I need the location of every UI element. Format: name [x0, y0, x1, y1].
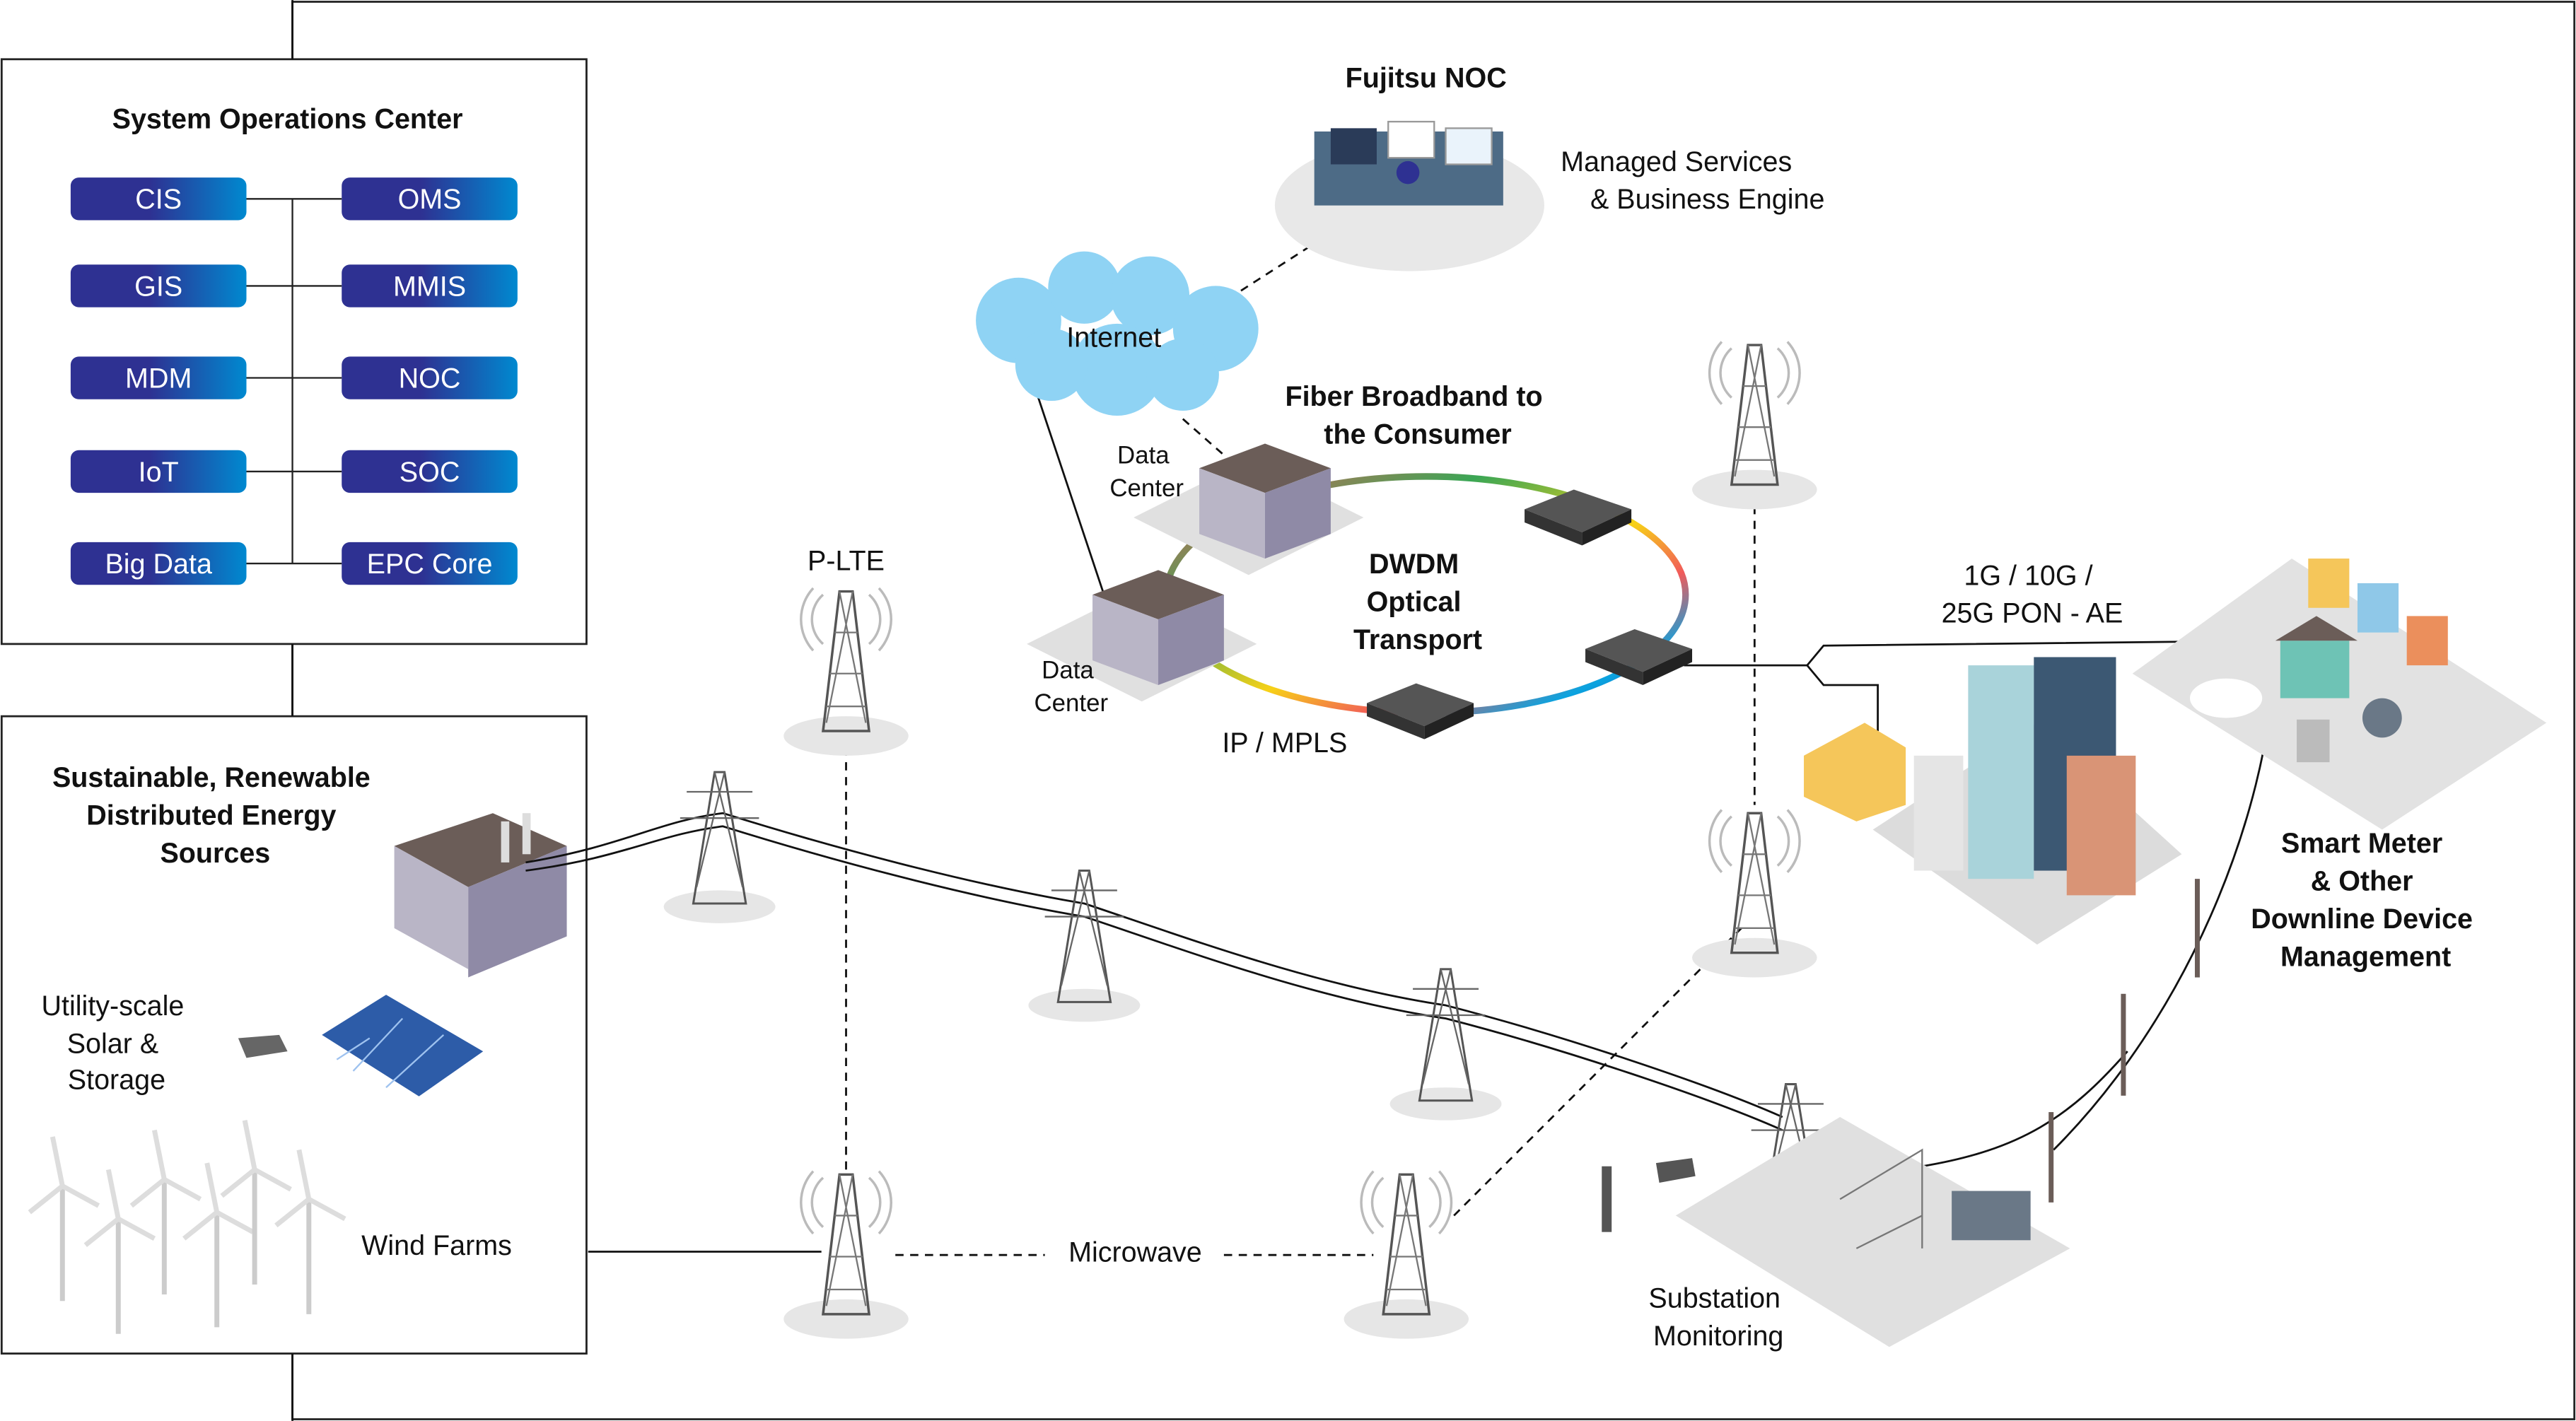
- utility-pole-icon: [2048, 879, 2200, 1203]
- system-button-label: EPC Core: [367, 549, 493, 580]
- power-pylon-icon: [663, 771, 777, 925]
- network-diagram: System Operations Center CIS OMS GIS MMIS MD…: [0, 0, 2576, 1421]
- power-pylon-icon: [1027, 870, 1141, 1023]
- fujitsu-noc-icon: [1274, 120, 1544, 271]
- system-button-label: Big Data: [105, 549, 211, 580]
- substation-label: Substation Monitoring: [1648, 1283, 1788, 1352]
- system-button-oms[interactable]: OMS: [342, 177, 518, 221]
- plte-label: P-LTE: [808, 545, 885, 576]
- lte-tower-icon: [1691, 340, 1819, 511]
- noc-subtitle: Managed Services & Business Engine: [1561, 146, 1824, 215]
- washer-icon: [2297, 719, 2330, 763]
- fiber-broadband-label: Fiber Broadband to the Consumer: [1285, 381, 1550, 450]
- pon-label: 1G / 10G / 25G PON - AE: [1942, 560, 2123, 628]
- network-switch-icon: [1367, 683, 1474, 739]
- soc-title: System Operations Center: [112, 103, 463, 134]
- system-button-label: GIS: [134, 271, 182, 302]
- system-operations-center-panel: System Operations Center CIS OMS GIS MMIS MD…: [0, 58, 588, 645]
- system-button-label: MMIS: [393, 271, 466, 302]
- system-button-soc[interactable]: SOC: [342, 450, 518, 493]
- dwdm-label: DWDM Optical Transport: [1353, 549, 1482, 655]
- smart-meter-label: Smart Meter & Other Downline Device Mana…: [2251, 828, 2481, 972]
- microwave-tower-icon: [782, 1169, 910, 1340]
- system-button-mdm[interactable]: MDM: [70, 356, 247, 399]
- data-center-label: Data Center: [1035, 657, 1109, 717]
- network-switch-icon: [1585, 628, 1693, 685]
- system-button-big-data[interactable]: Big Data: [70, 542, 247, 585]
- city-buildings-icon: [1804, 657, 2182, 945]
- lte-tower-icon: [1691, 808, 1819, 979]
- system-button-label: CIS: [135, 184, 182, 215]
- system-button-noc[interactable]: NOC: [342, 356, 518, 399]
- system-button-gis[interactable]: GIS: [70, 264, 247, 308]
- system-button-epc-core[interactable]: EPC Core: [342, 542, 518, 585]
- ip-mpls-label: IP / MPLS: [1222, 727, 1347, 759]
- smart-meter-icon: [2362, 698, 2402, 738]
- energy-sources-panel: Sustainable, Renewable Distributed Energ…: [0, 715, 588, 1355]
- system-button-label: SOC: [400, 457, 460, 488]
- system-button-label: IoT: [139, 457, 179, 488]
- smart-home-neighborhood-icon: [2132, 559, 2547, 830]
- data-center-label: Data Center: [1109, 441, 1184, 501]
- system-button-iot[interactable]: IoT: [70, 450, 247, 493]
- wind-farms-label: Wind Farms: [361, 1230, 512, 1261]
- system-button-mmis[interactable]: MMIS: [342, 264, 518, 308]
- system-button-label: OMS: [398, 184, 462, 215]
- system-button-cis[interactable]: CIS: [70, 177, 247, 221]
- noc-title: Fujitsu NOC: [1346, 62, 1507, 93]
- system-button-label: NOC: [399, 363, 461, 394]
- system-button-label: MDM: [125, 363, 192, 394]
- camera-icon: [1655, 1158, 1696, 1183]
- network-switch-icon: [1525, 489, 1632, 546]
- internet-label: Internet: [1066, 322, 1161, 353]
- lte-tower-icon: [782, 587, 910, 757]
- microwave-label: Microwave: [1068, 1236, 1202, 1268]
- power-pylon-icon: [1389, 968, 1503, 1122]
